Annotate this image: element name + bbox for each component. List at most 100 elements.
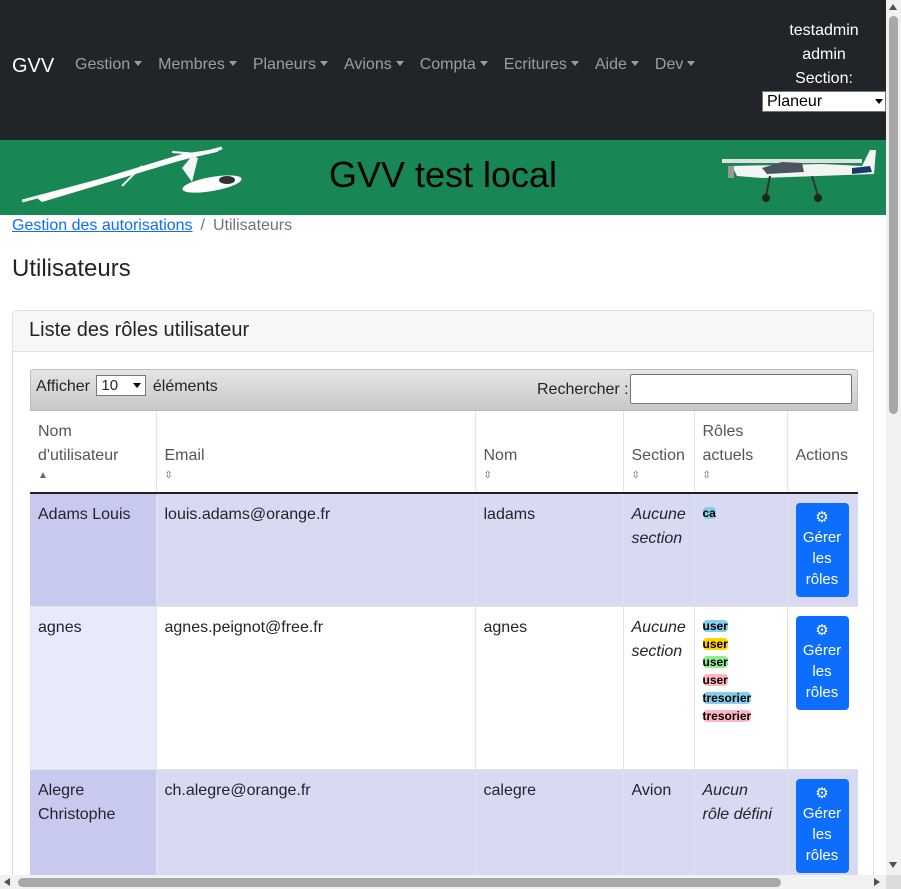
cell-roles: ca (694, 493, 788, 607)
nav-planeurs[interactable]: Planeurs (253, 56, 328, 74)
nav-ecritures[interactable]: Ecritures (504, 56, 579, 74)
caret-down-icon (228, 61, 237, 66)
cell-section: Avion (623, 769, 695, 875)
cell-username: agnes (30, 606, 157, 770)
cell-actions: ⚙ Gérer les rôles (787, 606, 858, 770)
horizontal-scroll-thumb[interactable] (18, 878, 781, 887)
nav-aide-label: Aide (594, 56, 627, 73)
page-length-suffix: éléments (152, 378, 218, 396)
cell-actions: ⚙ Gérer les rôles (787, 493, 858, 607)
gear-icon: ⚙ (815, 622, 829, 639)
col-header-roles[interactable]: Rôles actuels ⇳ (694, 411, 788, 494)
caret-down-icon (134, 61, 143, 66)
scroll-left-arrow-icon[interactable] (4, 878, 10, 886)
breadcrumb-separator: / (200, 217, 205, 234)
gear-icon: ⚙ (815, 785, 829, 802)
col-header-nom[interactable]: Nom ⇳ (475, 411, 624, 494)
nav-dev-label: Dev (654, 56, 684, 73)
nav-aide[interactable]: Aide (595, 56, 639, 74)
search-label: Rechercher : (537, 381, 629, 398)
cell-section: Aucune section (623, 493, 695, 607)
col-header-email[interactable]: Email ⇳ (156, 411, 476, 494)
manage-roles-button[interactable]: ⚙ Gérer les rôles (795, 779, 849, 873)
page-length-select[interactable]: 10 (96, 375, 147, 396)
nav-planeurs-label: Planeurs (252, 56, 316, 73)
cell-roles: user user user user tresorier tresorier (694, 606, 788, 770)
nav-membres[interactable]: Membres (158, 56, 237, 74)
section-select-value: Planeur (767, 93, 823, 110)
manage-roles-label: Gérer les rôles (802, 642, 842, 701)
cell-section: Aucune section (623, 606, 695, 770)
brand-link[interactable]: GVV (12, 55, 54, 78)
cell-username: Alegre Christophe (30, 769, 157, 875)
cell-nom: agnes (475, 606, 624, 770)
role-badge: ca (702, 506, 716, 520)
caret-down-icon (687, 61, 696, 66)
table-row: Adams Louis louis.adams@orange.fr ladams… (30, 493, 858, 607)
nav-gestion-label: Gestion (75, 56, 131, 73)
horizontal-scrollbar[interactable] (0, 875, 886, 889)
table-header-row: Nom d'utilisateur ▲ Email ⇳ Nom ⇳ Section ⇳ … (30, 411, 858, 494)
col-header-section-label: Section (631, 447, 685, 464)
page-length-prefix: Afficher (36, 378, 90, 396)
nav-ecritures-label: Ecritures (503, 56, 567, 73)
nav-gestion[interactable]: Gestion (75, 56, 143, 74)
table-row: agnes agnes.peignot@free.fr agnes Aucune… (30, 606, 858, 770)
nav-avions[interactable]: Avions (344, 56, 404, 74)
sort-icon: ⇳ (164, 470, 173, 481)
col-header-nom-label: Nom (483, 447, 518, 464)
caret-down-icon (319, 61, 328, 66)
role-badge: user (702, 619, 728, 633)
nav-compta[interactable]: Compta (420, 56, 488, 74)
top-navbar: GVV Gestion Membres Planeurs Avions Comp… (0, 0, 886, 140)
caret-down-icon (395, 61, 404, 66)
caret-down-icon (570, 61, 579, 66)
manage-roles-button[interactable]: ⚙ Gérer les rôles (795, 616, 849, 710)
nav-menu: Gestion Membres Planeurs Avions Compta E… (75, 56, 711, 74)
role-badge: user (702, 637, 728, 651)
col-header-username[interactable]: Nom d'utilisateur ▲ (30, 411, 157, 494)
roles-card: Liste des rôles utilisateur Afficher 10 … (12, 310, 874, 875)
sort-icon: ⇳ (483, 470, 492, 481)
role-badge: user (702, 673, 728, 687)
manage-roles-label: Gérer les rôles (802, 529, 842, 588)
col-header-actions-label: Actions (795, 447, 848, 464)
site-banner: GVV test local (0, 140, 886, 215)
table-row: Alegre Christophe ch.alegre@orange.fr ca… (30, 769, 858, 875)
username: testadmin (789, 22, 859, 39)
page-title: Utilisateurs (12, 255, 131, 282)
section-label: Section: (795, 70, 853, 87)
cell-email: agnes.peignot@free.fr (156, 606, 476, 770)
role-badges: ca (702, 503, 779, 520)
role-badge: tresorier (702, 691, 752, 705)
manage-roles-button[interactable]: ⚙ Gérer les rôles (795, 503, 849, 597)
role-badges: user user user user tresorier tresorier (702, 616, 779, 723)
vertical-scroll-thumb[interactable] (889, 16, 898, 414)
col-header-section[interactable]: Section ⇳ (623, 411, 695, 494)
scroll-down-arrow-icon[interactable] (889, 862, 897, 868)
sort-asc-icon: ▲ (38, 470, 48, 481)
cell-nom: ladams (475, 493, 624, 607)
role-badge: tresorier (702, 709, 752, 723)
airplane-image (722, 150, 876, 202)
breadcrumb-current: Utilisateurs (213, 217, 293, 234)
scroll-right-arrow-icon[interactable] (874, 878, 880, 886)
breadcrumb-parent-link[interactable]: Gestion des autorisations (12, 217, 193, 234)
caret-down-icon (479, 61, 488, 66)
chevron-down-icon (133, 383, 142, 388)
page-length-value: 10 (101, 377, 119, 394)
vertical-scrollbar[interactable] (886, 0, 901, 875)
nav-dev[interactable]: Dev (654, 56, 696, 74)
cell-username: Adams Louis (30, 493, 157, 607)
manage-roles-label: Gérer les rôles (802, 805, 842, 864)
cell-email: louis.adams@orange.fr (156, 493, 476, 607)
scroll-up-arrow-icon[interactable] (889, 4, 897, 10)
col-header-actions: Actions⇳ (787, 411, 858, 494)
col-header-username-label: Nom d'utilisateur (38, 423, 119, 464)
user-role: admin (802, 46, 846, 63)
table-toolbar: Afficher 10 éléments Rechercher : (30, 369, 858, 411)
nav-membres-label: Membres (158, 56, 225, 73)
section-select[interactable]: Planeur (762, 91, 886, 112)
scrollbar-corner (886, 875, 901, 889)
search-input[interactable] (630, 374, 852, 404)
